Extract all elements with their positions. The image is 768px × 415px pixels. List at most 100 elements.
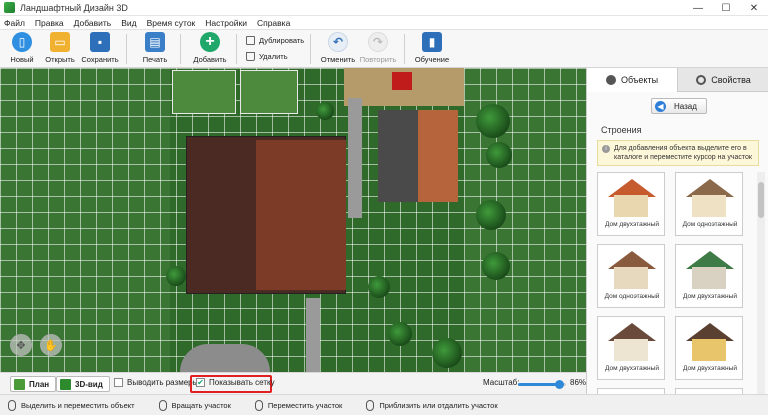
tab-properties[interactable]: Свойства [678, 68, 768, 92]
tree [476, 104, 510, 138]
house-wall-shape [614, 339, 648, 361]
plus-icon: + [200, 32, 220, 52]
tree [368, 276, 390, 298]
plan-view-button[interactable]: План [10, 376, 57, 392]
sports-field-right [240, 70, 298, 114]
catalog-item[interactable]: Дом двухэтажный [675, 244, 743, 308]
pan-hand-button[interactable]: ✋ [40, 334, 62, 356]
trash-icon [246, 52, 255, 61]
minimize-button[interactable]: — [684, 0, 712, 16]
menu-help[interactable]: Справка [257, 18, 290, 28]
house-wing-roof [256, 140, 346, 290]
menu-edit[interactable]: Правка [35, 18, 64, 28]
panel-tabs: Объекты Свойства [587, 68, 768, 92]
patio-furniture [392, 72, 412, 90]
house-thumbnail [682, 177, 736, 219]
tab-objects[interactable]: Объекты [587, 68, 678, 92]
house-wall-shape [692, 195, 726, 217]
show-sizes-checkbox[interactable]: Выводить размеры [114, 378, 198, 387]
toolbar-separator [126, 34, 127, 64]
delete-button[interactable]: Удалить [246, 52, 288, 61]
info-icon: i [602, 145, 610, 153]
back-button[interactable]: ◀ Назад [651, 98, 707, 114]
status-bar: Выделить и переместить объект Вращать уч… [0, 394, 768, 415]
redo-button[interactable]: ↷ Повторить [356, 32, 400, 64]
menu-file[interactable]: Файл [4, 18, 25, 28]
title-bar: Ландшафтный Дизайн 3D — ☐ ✕ [0, 0, 768, 16]
house-wall-shape [614, 267, 648, 289]
training-button[interactable]: ▮ Обучение [410, 32, 454, 64]
tree [166, 266, 186, 286]
undo-arrow-icon: ↶ [328, 32, 348, 52]
scrollbar-thumb[interactable] [758, 182, 764, 218]
add-button[interactable]: + Добавить [188, 32, 232, 64]
garden-path [306, 298, 320, 372]
catalog-item[interactable]: Дом двухэтажный [597, 316, 665, 380]
mouse-icon [8, 399, 16, 411]
toolbar-separator [180, 34, 181, 64]
tree [482, 252, 510, 280]
tree [476, 200, 506, 230]
catalog-item[interactable]: Дом двухэтажный [675, 316, 743, 380]
3d-icon [60, 378, 71, 390]
house-thumbnail [682, 321, 736, 363]
menu-view[interactable]: Вид [121, 18, 136, 28]
sports-field-left [172, 70, 236, 114]
book-icon: ▮ [422, 32, 442, 52]
toolbar-separator [310, 34, 311, 64]
paved-circle [180, 344, 270, 372]
objects-panel: Объекты Свойства ◀ Назад Строения i Для … [586, 68, 768, 394]
app-logo-icon [4, 2, 15, 13]
plan-canvas[interactable]: ✥ ✋ [0, 68, 586, 372]
mouse-icon [254, 399, 263, 411]
status-hint-zoom: Приблизить или отдалить участок [366, 399, 498, 411]
toolbar-separator [404, 34, 405, 64]
catalog-item[interactable]: Дом одноэтажный [675, 172, 743, 236]
tree [316, 102, 334, 120]
menu-time-of-day[interactable]: Время суток [147, 18, 196, 28]
menu-bar: Файл Правка Добавить Вид Время суток Нас… [0, 16, 768, 30]
catalog-item[interactable]: Дом одноэтажный [597, 244, 665, 308]
status-hint-rotate: Вращать участок [158, 399, 231, 411]
rotate-view-button[interactable]: ✥ [10, 334, 32, 356]
zoom-label: Масштаб: [483, 378, 520, 387]
maximize-button[interactable]: ☐ [712, 0, 740, 16]
gear-icon [696, 74, 707, 85]
redo-arrow-icon: ↷ [368, 32, 388, 52]
status-hint-select: Выделить и переместить объект [8, 399, 135, 411]
undo-button[interactable]: ↶ Отменить [316, 32, 360, 64]
menu-settings[interactable]: Настройки [205, 18, 247, 28]
building-catalog: Дом двухэтажный Дом одноэтажный Дом одно… [597, 172, 753, 394]
zoom-value: 86% [570, 378, 587, 387]
3d-view-button[interactable]: 3D-вид [56, 376, 110, 392]
toolbar: ▯ Новый ▭ Открыть ▪ Сохранить ▤ Печать +… [0, 30, 768, 68]
save-button[interactable]: ▪ Сохранить [78, 32, 122, 64]
show-grid-checkbox[interactable]: ✔ Показывать сетку [196, 378, 275, 387]
floppy-disk-icon: ▪ [90, 32, 110, 52]
zoom-slider[interactable] [518, 380, 566, 389]
house-thumbnail [604, 321, 658, 363]
duplicate-button[interactable]: Дублировать [246, 36, 304, 45]
catalog-scrollbar[interactable] [757, 172, 765, 394]
house-thumbnail [604, 177, 658, 219]
hint-box: i Для добавления объекта выделите его в … [597, 140, 759, 166]
open-button[interactable]: ▭ Открыть [38, 32, 82, 64]
print-button[interactable]: ▤ Печать [133, 32, 177, 64]
house-wall-shape [614, 195, 648, 217]
walkway-path [348, 98, 362, 218]
new-file-icon: ▯ [12, 32, 32, 52]
mouse-icon [158, 399, 167, 411]
zoom-slider-thumb[interactable] [555, 380, 565, 389]
house-wall-shape [692, 267, 726, 289]
close-button[interactable]: ✕ [740, 0, 768, 16]
menu-add[interactable]: Добавить [74, 18, 112, 28]
catalog-item[interactable]: Дом двухэтажный [597, 172, 665, 236]
catalog-item[interactable] [597, 388, 665, 394]
duplicate-icon [246, 36, 255, 45]
catalog-item[interactable] [675, 388, 743, 394]
window-title: Ландшафтный Дизайн 3D [20, 2, 128, 13]
arrow-left-icon: ◀ [655, 100, 666, 112]
mouse-icon [366, 399, 375, 411]
status-hint-move: Переместить участок [254, 399, 342, 411]
garage-roof [378, 110, 418, 202]
